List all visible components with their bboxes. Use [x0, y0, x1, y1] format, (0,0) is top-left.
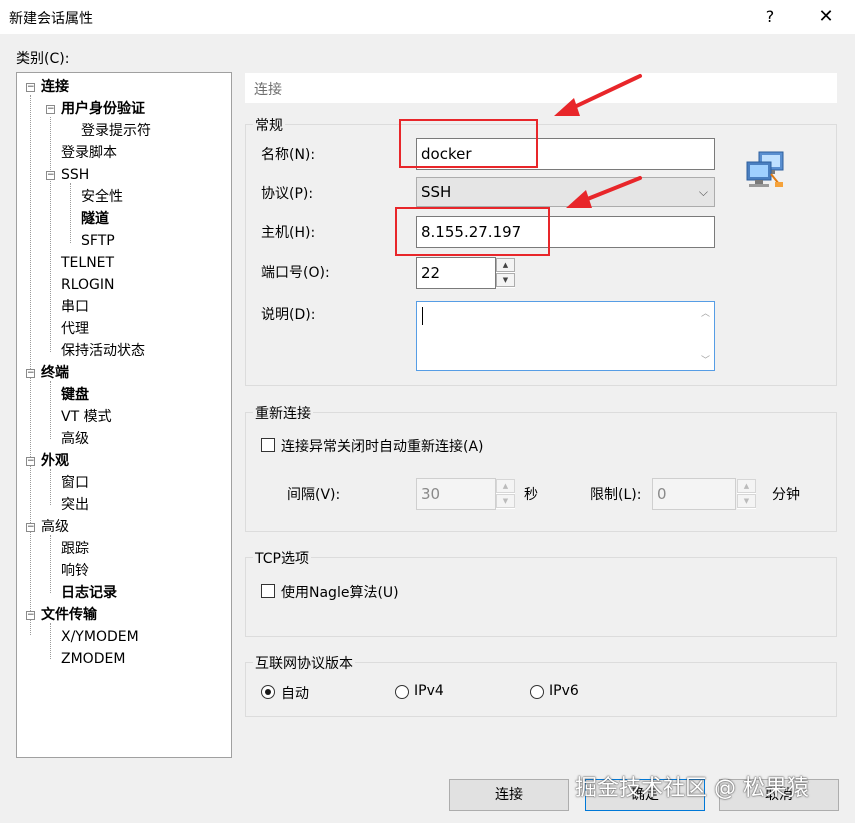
spin-down-icon[interactable]: ▼: [496, 273, 515, 287]
tree-item-connection[interactable]: 连接: [41, 77, 69, 97]
limit-unit: 分钟: [772, 487, 800, 503]
category-label: 类别(C):: [16, 51, 70, 67]
tree-item-keyboard[interactable]: 键盘: [61, 385, 89, 405]
collapse-icon[interactable]: −: [26, 523, 35, 532]
general-group-title: 常规: [253, 115, 285, 135]
nagle-checkbox[interactable]: [261, 584, 275, 598]
limit-label: 限制(L):: [590, 487, 642, 503]
tree-item-telnet[interactable]: TELNET: [61, 253, 114, 273]
tree-item-terminal[interactable]: 终端: [41, 363, 69, 383]
tcp-group-title: TCP选项: [253, 548, 311, 568]
port-spinner[interactable]: ▲ ▼: [496, 258, 515, 288]
radio-selected-dot: [265, 689, 271, 695]
ip-version-group-title: 互联网协议版本: [253, 653, 355, 673]
ip-auto-label[interactable]: 自动: [281, 683, 309, 703]
watermark-text: 掘金技术社区 @ 松果猿: [575, 776, 809, 801]
protocol-value: SSH: [421, 183, 452, 201]
tree-item-login-prompts[interactable]: 登录提示符: [81, 121, 151, 141]
ipv4-radio[interactable]: [395, 685, 409, 699]
tree-item-serial[interactable]: 串口: [61, 297, 89, 317]
section-title: 连接: [254, 82, 282, 98]
collapse-icon[interactable]: −: [26, 611, 35, 620]
interval-unit: 秒: [524, 487, 538, 503]
tree-item-terminal-advanced[interactable]: 高级: [61, 429, 89, 449]
tree-connector: [70, 183, 71, 243]
connect-button[interactable]: 连接: [449, 779, 569, 811]
tree-item-highlight[interactable]: 突出: [61, 495, 89, 515]
spin-down-icon[interactable]: ▼: [496, 494, 515, 508]
tree-item-trace[interactable]: 跟踪: [61, 539, 89, 559]
annotation-box-host: [395, 207, 550, 256]
text-caret: [422, 307, 423, 325]
help-button[interactable]: ?: [760, 5, 780, 29]
protocol-label: 协议(P):: [261, 186, 314, 202]
reconnect-group: [245, 412, 837, 532]
collapse-icon[interactable]: −: [26, 83, 35, 92]
tree-item-tunnel[interactable]: 隧道: [81, 209, 109, 229]
tree-item-appearance[interactable]: 外观: [41, 451, 69, 471]
tree-item-zmodem[interactable]: ZMODEM: [61, 649, 125, 669]
ipv6-radio[interactable]: [530, 685, 544, 699]
tree-item-logging[interactable]: 日志记录: [61, 583, 117, 603]
interval-spinner[interactable]: ▲ ▼: [496, 479, 515, 509]
tree-connector: [50, 117, 51, 352]
port-input[interactable]: 22: [416, 257, 496, 289]
spin-up-icon[interactable]: ▲: [496, 479, 515, 493]
ip-auto-radio[interactable]: [261, 685, 275, 699]
interval-input[interactable]: 30: [416, 478, 496, 510]
description-textarea[interactable]: ︿ ﹀: [416, 301, 715, 371]
tree-item-keepalive[interactable]: 保持活动状态: [61, 341, 145, 361]
tree-connector: [30, 95, 31, 635]
spin-down-icon[interactable]: ▼: [737, 494, 756, 508]
tree-item-login-script[interactable]: 登录脚本: [61, 143, 117, 163]
spin-up-icon[interactable]: ▲: [737, 479, 756, 493]
tree-item-ssh[interactable]: SSH: [61, 165, 89, 185]
tree-connector: [50, 381, 51, 439]
window-title: 新建会话属性: [9, 11, 93, 27]
collapse-icon[interactable]: −: [26, 369, 35, 378]
scroll-down-icon[interactable]: ﹀: [701, 353, 710, 366]
spin-up-icon[interactable]: ▲: [496, 258, 515, 272]
chevron-down-icon: ⌵: [698, 185, 708, 199]
close-button[interactable]: ✕: [812, 5, 840, 29]
interval-label: 间隔(V):: [287, 487, 341, 503]
ipv4-label[interactable]: IPv4: [414, 683, 444, 699]
tree-item-window[interactable]: 窗口: [61, 473, 89, 493]
name-label: 名称(N):: [261, 147, 316, 163]
description-label: 说明(D):: [261, 307, 316, 323]
reconnect-group-title: 重新连接: [253, 403, 313, 423]
ipv6-label[interactable]: IPv6: [549, 683, 579, 699]
auto-reconnect-label[interactable]: 连接异常关闭时自动重新连接(A): [281, 436, 484, 456]
scroll-up-icon[interactable]: ︿: [701, 306, 710, 319]
host-label: 主机(H):: [261, 225, 316, 241]
network-computers-icon: [746, 151, 784, 187]
tree-item-security[interactable]: 安全性: [81, 187, 123, 207]
limit-spinner[interactable]: ▲ ▼: [737, 479, 756, 509]
tree-connector: [50, 535, 51, 593]
tree-item-user-auth[interactable]: 用户身份验证: [61, 99, 145, 119]
category-tree[interactable]: − − − − − − − 连接 用户身份验证 登录提示符 登录脚本 SSH 安…: [16, 72, 232, 758]
nagle-label[interactable]: 使用Nagle算法(U): [281, 582, 399, 602]
annotation-box-name: [399, 119, 538, 168]
auto-reconnect-checkbox[interactable]: [261, 438, 275, 452]
tree-item-sftp[interactable]: SFTP: [81, 231, 115, 251]
port-label: 端口号(O):: [261, 265, 330, 281]
title-bar: 新建会话属性 ? ✕: [0, 0, 855, 34]
tree-item-vt-mode[interactable]: VT 模式: [61, 407, 112, 427]
tree-item-rlogin[interactable]: RLOGIN: [61, 275, 115, 295]
tree-connector: [50, 623, 51, 659]
tree-item-xymodem[interactable]: X/YMODEM: [61, 627, 139, 647]
collapse-icon[interactable]: −: [26, 457, 35, 466]
tree-item-bell[interactable]: 响铃: [61, 561, 89, 581]
tree-connector: [50, 469, 51, 505]
collapse-icon[interactable]: −: [46, 171, 55, 180]
limit-input[interactable]: 0: [652, 478, 736, 510]
tree-item-proxy[interactable]: 代理: [61, 319, 89, 339]
tree-item-file-transfer[interactable]: 文件传输: [41, 605, 97, 625]
tree-item-advanced[interactable]: 高级: [41, 517, 69, 537]
collapse-icon[interactable]: −: [46, 105, 55, 114]
annotation-arrows: [554, 74, 642, 208]
